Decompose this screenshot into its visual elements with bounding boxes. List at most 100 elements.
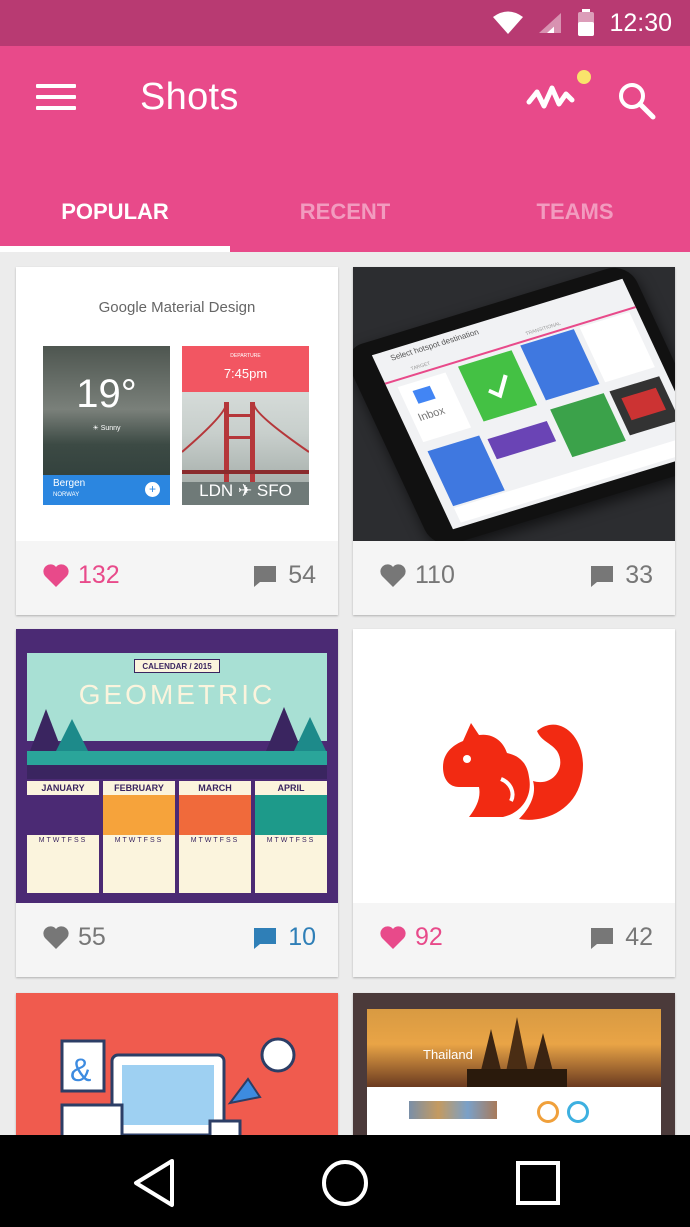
- navigation-bar: [0, 1135, 690, 1227]
- shot-card-squirrel-logo[interactable]: 92 42: [353, 629, 675, 977]
- workspace-illustration: &: [60, 1037, 296, 1135]
- comment-icon: [591, 565, 614, 587]
- like-count: 55: [78, 923, 106, 951]
- month-art: [255, 795, 327, 835]
- shots-grid: Google Material Design 19° ☀ Sunny Berge…: [0, 252, 690, 1135]
- month-february: FEBRUARY MTWTFSS: [103, 781, 175, 893]
- site-title: Thailand: [423, 1047, 473, 1062]
- weather-label: ☀ Sunny: [92, 425, 121, 432]
- calendar-banner: CALENDAR / 2015: [134, 659, 220, 673]
- month-label: JANUARY: [41, 783, 85, 793]
- menu-icon-line: [36, 95, 76, 99]
- weather-widget: 19° ☀ Sunny Bergen NORWAY +: [43, 346, 170, 505]
- recents-button[interactable]: [510, 1155, 566, 1211]
- inbox-tile: Inbox: [397, 372, 472, 443]
- shot-thumbnail[interactable]: Thailand: [353, 993, 675, 1135]
- menu-icon-line: [36, 106, 76, 110]
- status-time: 12:30: [609, 8, 672, 37]
- like-button[interactable]: 110: [379, 561, 455, 590]
- shot-card-geometric-calendar[interactable]: CALENDAR / 2015 GEOMETRIC JANUARY MTWTFS…: [16, 629, 338, 977]
- phone-screen: Select hotspot destination TARGET TRANSI…: [371, 278, 675, 530]
- squirrel-logo: [443, 723, 583, 820]
- city-bar: Bergen NORWAY +: [43, 475, 170, 505]
- search-button[interactable]: [616, 80, 658, 122]
- stats-ring: [537, 1101, 559, 1123]
- heart-icon: [380, 926, 406, 949]
- temperature: 19°: [76, 372, 137, 416]
- tab-bar: POPULAR RECENT TEAMS: [0, 186, 690, 252]
- shot-thumbnail[interactable]: Select hotspot destination TARGET TRANSI…: [353, 267, 675, 541]
- inbox-logo: [412, 385, 436, 404]
- purple-bar: [487, 421, 557, 460]
- month-label: APRIL: [277, 783, 305, 793]
- city-name: Bergen: [53, 478, 86, 489]
- route-from: LDN: [199, 481, 234, 500]
- shot-meta: 110 33: [353, 541, 675, 615]
- forest-illustration: [27, 707, 327, 779]
- comment-button[interactable]: 54: [252, 561, 316, 590]
- back-button[interactable]: [126, 1155, 182, 1211]
- comment-icon: [254, 927, 277, 949]
- photo-strip: [409, 1101, 497, 1119]
- svg-text:&: &: [70, 1052, 91, 1088]
- month-april: APRIL MTWTFSS: [255, 781, 327, 893]
- comment-count: 42: [625, 923, 653, 951]
- shot-card-phone-mockup[interactable]: Select hotspot destination TARGET TRANSI…: [353, 267, 675, 615]
- shot-thumbnail[interactable]: &: [16, 993, 338, 1135]
- route-to: SFO: [256, 481, 292, 500]
- like-count: 92: [415, 923, 443, 951]
- shot-thumbnail[interactable]: Google Material Design 19° ☀ Sunny Berge…: [16, 267, 338, 541]
- month-january: JANUARY MTWTFSS: [27, 781, 99, 893]
- comment-button[interactable]: 33: [589, 561, 653, 590]
- stats-ring: [567, 1101, 589, 1123]
- month-art: [27, 795, 99, 835]
- comment-count: 10: [288, 923, 316, 951]
- comment-count: 33: [625, 561, 653, 589]
- menu-button[interactable]: [36, 84, 76, 114]
- month-art: [179, 795, 251, 835]
- like-button[interactable]: 132: [42, 561, 120, 590]
- comment-button[interactable]: 42: [589, 923, 653, 952]
- activity-icon: [526, 85, 575, 109]
- route-label: LDN ✈ SFO: [199, 481, 292, 500]
- comment-icon: [254, 565, 277, 587]
- departure-header: DEPARTURE 7:45pm: [182, 346, 309, 392]
- heart-icon: [43, 564, 69, 587]
- check-icon: [488, 374, 508, 399]
- video-thumb: [621, 387, 667, 421]
- shot-thumbnail[interactable]: CALENDAR / 2015 GEOMETRIC JANUARY MTWTFS…: [16, 629, 338, 903]
- heart-icon: [43, 926, 69, 949]
- country-name: NORWAY: [53, 492, 80, 498]
- recents-icon: [516, 1161, 560, 1205]
- month-march: MARCH MTWTFSS: [179, 781, 251, 893]
- weekday-letters: MTWTFSS: [190, 837, 240, 844]
- site-content: [367, 1087, 661, 1135]
- shot-card-workspace-illustration[interactable]: &: [16, 993, 338, 1135]
- check-tile: [458, 350, 538, 422]
- site-hero: Thailand: [367, 1009, 661, 1087]
- shot-thumbnail[interactable]: [353, 629, 675, 903]
- app-bar: Shots POPULAR RECENT TEAMS: [0, 46, 690, 252]
- weather-text: Sunny: [100, 425, 121, 432]
- shot-card-material-design[interactable]: Google Material Design 19° ☀ Sunny Berge…: [16, 267, 338, 615]
- home-button[interactable]: [317, 1155, 373, 1211]
- screen: 12:30 Shots POPULAR RECENT TEAMS Google …: [0, 0, 690, 1227]
- shot-meta: 55 10: [16, 903, 338, 977]
- weekday-letters: MTWTFSS: [114, 837, 164, 844]
- like-button[interactable]: 92: [379, 923, 443, 952]
- like-button[interactable]: 55: [42, 923, 106, 952]
- shot-meta: 132 54: [16, 541, 338, 615]
- comment-button[interactable]: 10: [252, 923, 316, 952]
- shot-card-thailand-site[interactable]: Thailand: [353, 993, 675, 1135]
- add-icon: +: [145, 482, 160, 497]
- weekday-letters: MTWTFSS: [38, 837, 88, 844]
- page-title: Shots: [140, 76, 239, 118]
- like-count: 132: [78, 561, 120, 589]
- tab-teams[interactable]: TEAMS: [460, 186, 690, 252]
- tab-recent[interactable]: RECENT: [230, 186, 460, 252]
- month-label: MARCH: [198, 783, 232, 793]
- signal-icon: [539, 13, 562, 33]
- month-label: FEBRUARY: [114, 783, 164, 793]
- tab-popular[interactable]: POPULAR: [0, 186, 230, 252]
- like-count: 110: [415, 561, 455, 589]
